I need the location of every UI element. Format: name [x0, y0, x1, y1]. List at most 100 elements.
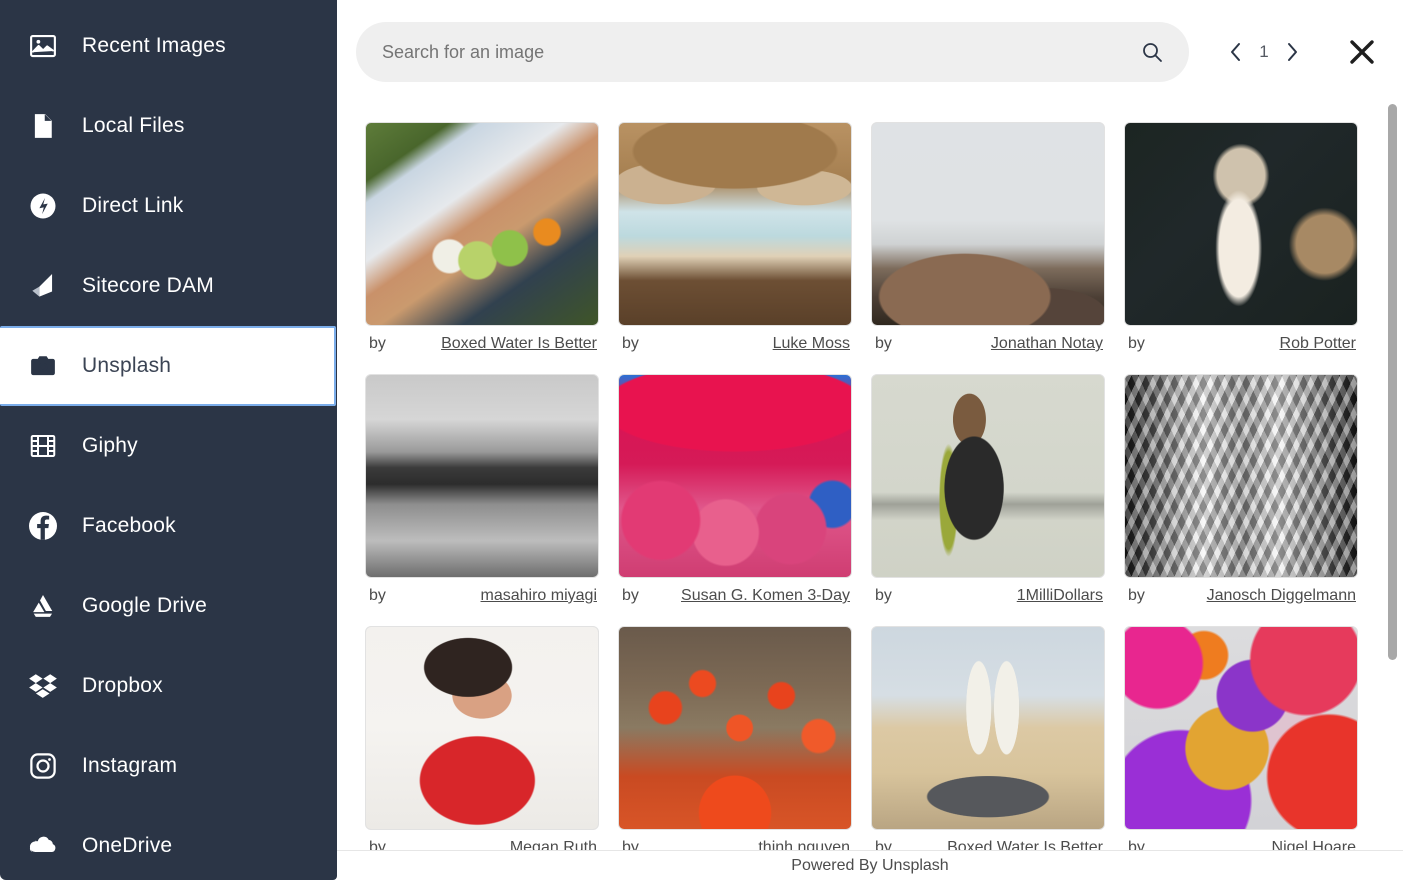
sidebar-item-label: Instagram	[82, 754, 178, 777]
image-thumbnail[interactable]	[871, 626, 1105, 830]
image-thumbnail[interactable]	[618, 626, 852, 830]
next-page-button[interactable]	[1277, 33, 1307, 71]
sidebar-item-sitecore-dam[interactable]: Sitecore DAM	[0, 246, 337, 326]
credit-author-link[interactable]: Jonathan Notay	[991, 335, 1103, 353]
footer: Powered By Unsplash	[337, 850, 1403, 880]
vertical-scrollbar[interactable]	[1388, 100, 1397, 840]
credit-by-label: by	[622, 587, 639, 604]
sidebar-item-local-files[interactable]: Local Files	[0, 86, 337, 166]
cathedral-vault-photo	[1125, 375, 1357, 577]
boxed-water-beach-photo	[872, 627, 1104, 829]
credit-author-link[interactable]: Susan G. Komen 3-Day	[681, 587, 850, 605]
image-credit: by Boxed Water Is Better	[365, 326, 599, 353]
image-result-card[interactable]: by masahiro miyagi	[365, 374, 599, 605]
image-credit: by 1MilliDollars	[871, 578, 1105, 605]
film-icon	[22, 425, 64, 467]
image-thumbnail[interactable]	[871, 122, 1105, 326]
sidebar-item-label: OneDrive	[82, 834, 173, 857]
credit-by-label: by	[875, 587, 892, 604]
image-result-card[interactable]: by Luke Moss	[618, 122, 852, 353]
google-drive-icon	[22, 585, 64, 627]
image-thumbnail[interactable]	[1124, 374, 1358, 578]
sidebar-item-label: Sitecore DAM	[82, 274, 214, 297]
image-thumbnail[interactable]	[365, 626, 599, 830]
image-results-scroll-area[interactable]: by Boxed Water Is Better by Luke Moss by Jona…	[337, 104, 1403, 854]
sitecore-icon	[22, 265, 64, 307]
prev-page-button[interactable]	[1221, 33, 1251, 71]
sidebar-item-label: Google Drive	[82, 594, 207, 617]
image-result-card[interactable]: by Jonathan Notay	[871, 122, 1105, 353]
sidebar-item-instagram[interactable]: Instagram	[0, 726, 337, 806]
image-thumbnail[interactable]	[618, 374, 852, 578]
image-result-card[interactable]: by Rob Potter	[1124, 122, 1358, 353]
sidebar-item-dropbox[interactable]: Dropbox	[0, 646, 337, 726]
sidebar-item-giphy[interactable]: Giphy	[0, 406, 337, 486]
image-result-card[interactable]: by thinh nguyen	[618, 626, 852, 854]
woman-braids-photo	[872, 375, 1104, 577]
image-icon	[22, 25, 64, 67]
image-thumbnail[interactable]	[1124, 626, 1358, 830]
instagram-icon	[22, 745, 64, 787]
credit-author-link[interactable]: 1MilliDollars	[1017, 587, 1103, 605]
image-result-card[interactable]: by Nigel Hoare	[1124, 626, 1358, 854]
sidebar-item-direct-link[interactable]: Direct Link	[0, 166, 337, 246]
close-icon[interactable]	[1341, 31, 1383, 73]
camera-icon	[22, 345, 64, 387]
toolbar: 1	[337, 0, 1403, 104]
credit-author-link[interactable]: Luke Moss	[773, 335, 850, 353]
dropbox-icon	[22, 665, 64, 707]
image-results-grid: by Boxed Water Is Better by Luke Moss by Jona…	[337, 104, 1403, 854]
image-result-card[interactable]: by Megan Ruth	[365, 626, 599, 854]
credit-author-link[interactable]: Boxed Water Is Better	[441, 335, 597, 353]
sidebar-item-facebook[interactable]: Facebook	[0, 486, 337, 566]
media-picker-dialog: Recent Images Local Files Direct Link Sitec…	[0, 0, 1403, 880]
onedrive-icon	[22, 825, 64, 867]
search-icon[interactable]	[1135, 35, 1169, 69]
image-credit: by Susan G. Komen 3-Day	[618, 578, 852, 605]
credit-by-label: by	[1128, 335, 1145, 352]
credit-by-label: by	[622, 335, 639, 352]
red-lanterns-photo	[619, 627, 851, 829]
main-panel: 1 byBoxed Water Is BetterbyLuke MossbyJo…	[337, 0, 1403, 880]
image-thumbnail[interactable]	[618, 122, 852, 326]
credit-author-link[interactable]: masahiro miyagi	[481, 587, 597, 605]
sidebar-item-recent-images[interactable]: Recent Images	[0, 6, 337, 86]
image-credit: by Rob Potter	[1124, 326, 1358, 353]
search-box[interactable]	[356, 22, 1189, 82]
street-reflection-photo	[366, 375, 598, 577]
file-icon	[22, 105, 64, 147]
llama-portrait-photo	[1125, 123, 1357, 325]
sidebar-item-unsplash[interactable]: Unsplash	[0, 326, 336, 406]
sidebar-item-label: Unsplash	[82, 354, 172, 377]
image-thumbnail[interactable]	[1124, 122, 1358, 326]
sidebar-item-label: Local Files	[82, 114, 185, 137]
image-thumbnail[interactable]	[365, 374, 599, 578]
sidebar-item-label: Facebook	[82, 514, 176, 537]
sidebar-item-label: Giphy	[82, 434, 138, 457]
sidebar-item-onedrive[interactable]: OneDrive	[0, 806, 337, 880]
search-input[interactable]	[382, 41, 1135, 63]
image-result-card[interactable]: by 1MilliDollars	[871, 374, 1105, 605]
powered-by-label: Powered By Unsplash	[791, 856, 949, 874]
credit-author-link[interactable]: Rob Potter	[1280, 335, 1356, 353]
image-credit: by Luke Moss	[618, 326, 852, 353]
image-result-card[interactable]: by Boxed Water Is Better	[365, 122, 599, 353]
credit-by-label: by	[369, 587, 386, 604]
sidebar-item-google-drive[interactable]: Google Drive	[0, 566, 337, 646]
image-credit: by Janosch Diggelmann	[1124, 578, 1358, 605]
woman-red-outfit-photo	[366, 627, 598, 829]
current-page-number: 1	[1259, 42, 1269, 61]
credit-author-link[interactable]: Janosch Diggelmann	[1207, 587, 1356, 605]
picnic-basket-photo	[366, 123, 598, 325]
credit-by-label: by	[369, 335, 386, 352]
image-result-card[interactable]: by Boxed Water Is Better	[871, 626, 1105, 854]
facebook-icon	[22, 505, 64, 547]
image-thumbnail[interactable]	[365, 122, 599, 326]
image-result-card[interactable]: by Susan G. Komen 3-Day	[618, 374, 852, 605]
colorful-shapes-photo	[1125, 627, 1357, 829]
image-credit: by masahiro miyagi	[365, 578, 599, 605]
image-credit: by Jonathan Notay	[871, 326, 1105, 353]
image-result-card[interactable]: by Janosch Diggelmann	[1124, 374, 1358, 605]
image-thumbnail[interactable]	[871, 374, 1105, 578]
scrollbar-thumb[interactable]	[1388, 104, 1397, 660]
